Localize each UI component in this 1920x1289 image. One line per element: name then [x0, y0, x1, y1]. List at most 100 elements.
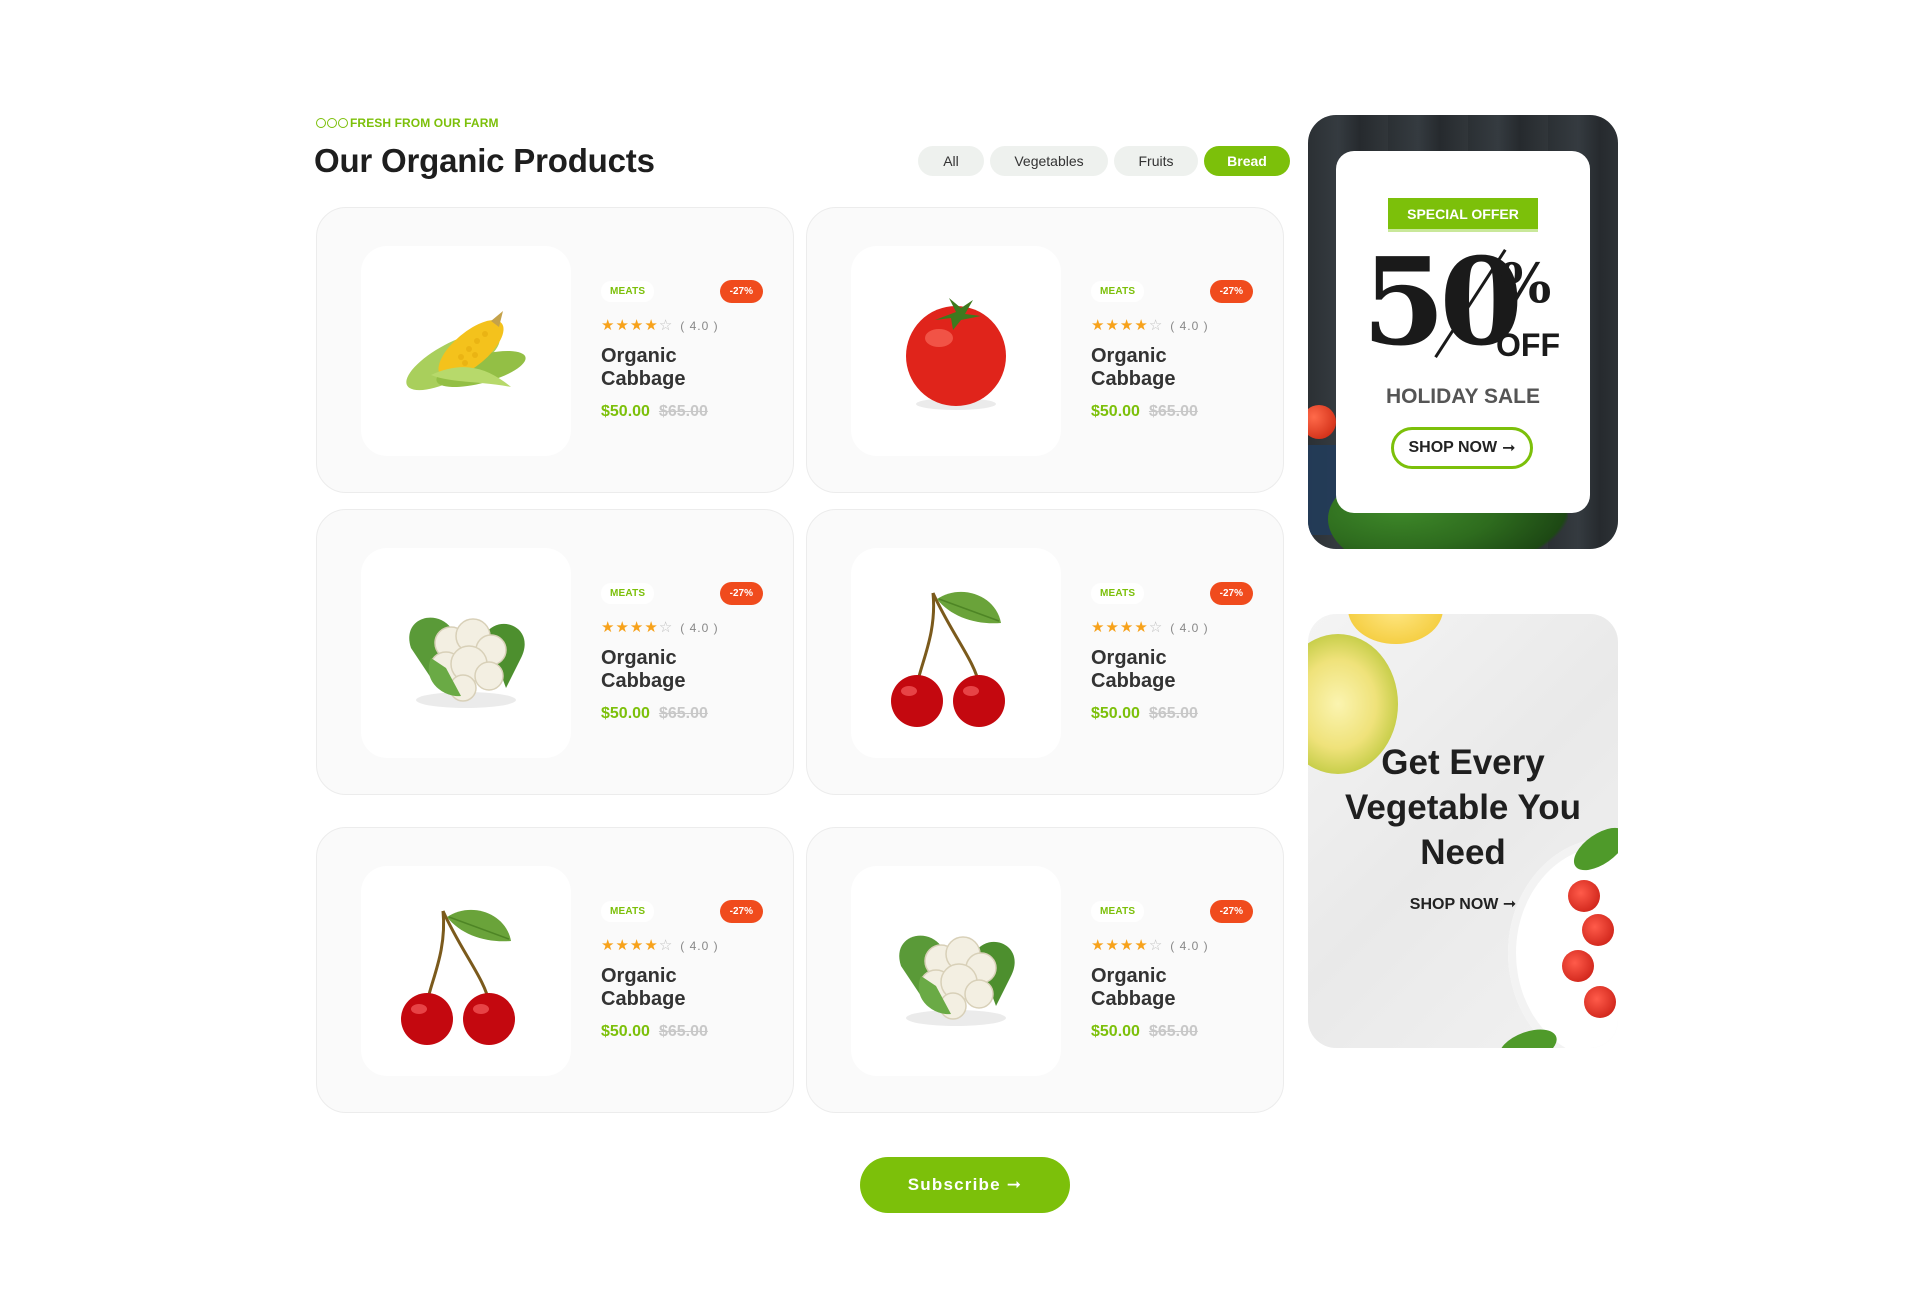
- product-name[interactable]: Organic Cabbage: [1091, 345, 1253, 391]
- rating: ★ ★ ★ ★ ☆( 4.0 ): [601, 318, 763, 333]
- rating: ★ ★ ★ ★ ☆( 4.0 ): [1091, 938, 1253, 953]
- shop-now-label: SHOP NOW: [1409, 896, 1499, 913]
- category-badge: MEATS: [1091, 280, 1145, 302]
- product-price: $50.00: [1091, 403, 1140, 420]
- cherry-image[interactable]: [361, 866, 571, 1076]
- star-filled-icon: ★: [1091, 619, 1105, 636]
- star-empty-icon: ☆: [1148, 937, 1163, 954]
- product-name[interactable]: Organic Cabbage: [601, 345, 763, 391]
- section-eyebrow: FRESH FROM OUR FARM: [316, 116, 499, 130]
- filter-tab-bread[interactable]: Bread: [1204, 146, 1290, 176]
- star-filled-icon: ★: [629, 937, 644, 954]
- product-name[interactable]: Organic Cabbage: [601, 647, 763, 693]
- special-offer-badge: SPECIAL OFFER: [1388, 198, 1538, 232]
- product-card[interactable]: MEATS -27% ★ ★ ★ ★ ☆( 4.0 ) Organic Cabbage …: [316, 509, 794, 795]
- star-filled-icon: ★: [1134, 317, 1148, 334]
- star-filled-icon: ★: [1119, 937, 1134, 954]
- offer-percent: %: [1500, 251, 1552, 315]
- filter-tabs: All Vegetables Fruits Bread: [918, 146, 1290, 176]
- product-card[interactable]: MEATS -27% ★ ★ ★ ★ ☆( 4.0 ) Organic Cabbage …: [806, 827, 1284, 1113]
- product-price: $50.00: [1091, 1023, 1140, 1040]
- discount-badge: -27%: [1209, 581, 1253, 605]
- product-price: $50.00: [601, 1023, 650, 1040]
- product-old-price: $65.00: [1148, 705, 1198, 722]
- star-filled-icon: ★: [615, 619, 629, 636]
- star-empty-icon: ☆: [1148, 619, 1163, 636]
- discount-badge: -27%: [719, 899, 763, 923]
- product-info: MEATS -27% ★ ★ ★ ★ ☆( 4.0 ) Organic Cabbage …: [601, 580, 763, 723]
- product-info: MEATS -27% ★ ★ ★ ★ ☆( 4.0 ) Organic Cabbage …: [601, 278, 763, 421]
- cauliflower-image[interactable]: [361, 548, 571, 758]
- product-card[interactable]: MEATS -27% ★ ★ ★ ★ ☆( 4.0 ) Organic Cabbage …: [316, 207, 794, 493]
- star-filled-icon: ★: [601, 317, 615, 334]
- tomato-decoration: [1562, 950, 1594, 982]
- star-filled-icon: ★: [601, 619, 615, 636]
- shop-now-link[interactable]: SHOP NOW ➞: [1308, 894, 1618, 914]
- product-name[interactable]: Organic Cabbage: [1091, 647, 1253, 693]
- arrow-right-icon: ➞: [1502, 440, 1516, 457]
- star-filled-icon: ★: [629, 619, 644, 636]
- holiday-sale-label: HOLIDAY SALE: [1385, 385, 1541, 408]
- product-name[interactable]: Organic Cabbage: [1091, 965, 1253, 1011]
- product-info: MEATS -27% ★ ★ ★ ★ ☆( 4.0 ) Organic Cabbage …: [1091, 898, 1253, 1041]
- product-info: MEATS -27% ★ ★ ★ ★ ☆( 4.0 ) Organic Cabbage …: [601, 898, 763, 1041]
- star-empty-icon: ☆: [658, 619, 673, 636]
- product-card[interactable]: MEATS -27% ★ ★ ★ ★ ☆( 4.0 ) Organic Cabbage …: [806, 207, 1284, 493]
- offer-off: OFF: [1496, 327, 1560, 363]
- product-old-price: $65.00: [1148, 1023, 1198, 1040]
- rating-value: ( 4.0 ): [680, 318, 719, 333]
- product-price: $50.00: [1091, 705, 1140, 722]
- product-old-price: $65.00: [658, 1023, 708, 1040]
- category-badge: MEATS: [601, 280, 655, 302]
- star-empty-icon: ☆: [658, 937, 673, 954]
- arrow-right-icon: ➞: [1502, 896, 1517, 913]
- star-filled-icon: ★: [615, 937, 629, 954]
- product-card[interactable]: MEATS -27% ★ ★ ★ ★ ☆( 4.0 ) Organic Cabbage …: [316, 827, 794, 1113]
- tomato-decoration: [1584, 986, 1616, 1018]
- eyebrow-text: FRESH FROM OUR FARM: [350, 116, 499, 130]
- shop-now-button[interactable]: SHOP NOW ➞: [1391, 427, 1533, 469]
- star-filled-icon: ★: [601, 937, 615, 954]
- rating-value: ( 4.0 ): [680, 938, 719, 953]
- filter-tab-all[interactable]: All: [918, 146, 984, 176]
- star-filled-icon: ★: [1091, 937, 1105, 954]
- star-filled-icon: ★: [1119, 619, 1134, 636]
- star-filled-icon: ★: [615, 317, 629, 334]
- vegetables-banner: Get Every Vegetable You Need SHOP NOW ➞: [1308, 614, 1618, 1048]
- star-filled-icon: ★: [1119, 317, 1134, 334]
- rating-value: ( 4.0 ): [680, 620, 719, 635]
- star-empty-icon: ☆: [658, 317, 673, 334]
- cherry-image[interactable]: [851, 548, 1061, 758]
- product-old-price: $65.00: [658, 403, 708, 420]
- corn-image[interactable]: [361, 246, 571, 456]
- discount-badge: -27%: [1209, 899, 1253, 923]
- star-filled-icon: ★: [1134, 619, 1148, 636]
- star-empty-icon: ☆: [1148, 317, 1163, 334]
- category-badge: MEATS: [1091, 900, 1145, 922]
- rating: ★ ★ ★ ★ ☆( 4.0 ): [1091, 620, 1253, 635]
- discount-badge: -27%: [719, 279, 763, 303]
- star-filled-icon: ★: [644, 619, 658, 636]
- tomato-image[interactable]: [851, 246, 1061, 456]
- subscribe-button[interactable]: Subscribe ➞: [860, 1157, 1070, 1213]
- product-old-price: $65.00: [1148, 403, 1198, 420]
- product-card[interactable]: MEATS -27% ★ ★ ★ ★ ☆( 4.0 ) Organic Cabbage …: [806, 509, 1284, 795]
- rating-value: ( 4.0 ): [1170, 318, 1209, 333]
- star-filled-icon: ★: [629, 317, 644, 334]
- arrow-right-icon: ➞: [1006, 1175, 1023, 1194]
- section-title: Our Organic Products: [314, 142, 655, 179]
- product-price: $50.00: [601, 403, 650, 420]
- category-badge: MEATS: [601, 582, 655, 604]
- rating-value: ( 4.0 ): [1170, 938, 1209, 953]
- filter-tab-vegetables[interactable]: Vegetables: [990, 146, 1108, 176]
- product-info: MEATS -27% ★ ★ ★ ★ ☆( 4.0 ) Organic Cabbage …: [1091, 278, 1253, 421]
- rating: ★ ★ ★ ★ ☆( 4.0 ): [1091, 318, 1253, 333]
- rating: ★ ★ ★ ★ ☆( 4.0 ): [601, 620, 763, 635]
- cauliflower-image[interactable]: [851, 866, 1061, 1076]
- product-name[interactable]: Organic Cabbage: [601, 965, 763, 1011]
- category-badge: MEATS: [1091, 582, 1145, 604]
- rating-value: ( 4.0 ): [1170, 620, 1209, 635]
- special-offer-banner: SPECIAL OFFER 50 % OFF HOLIDAY SALE SHOP…: [1308, 115, 1618, 549]
- offer-amount: 50: [1362, 232, 1523, 373]
- filter-tab-fruits[interactable]: Fruits: [1114, 146, 1198, 176]
